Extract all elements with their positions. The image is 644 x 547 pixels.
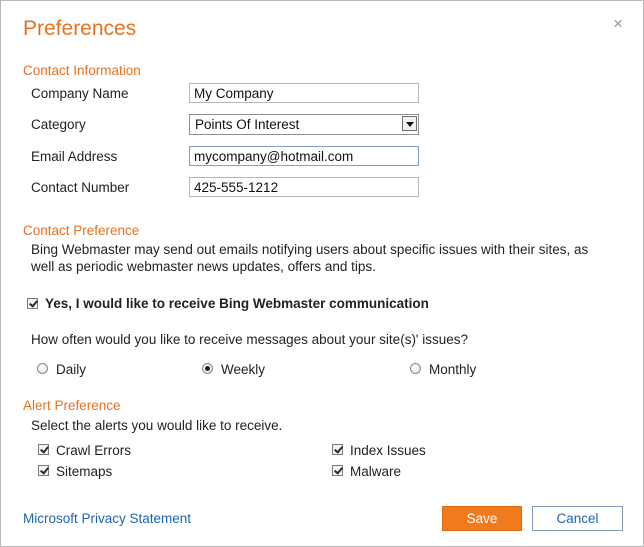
contact-number-input[interactable] — [189, 177, 419, 197]
radio-monthly-label[interactable]: Monthly — [429, 362, 476, 377]
radio-weekly-label[interactable]: Weekly — [221, 362, 265, 377]
contact-preference-heading: Contact Preference — [23, 223, 140, 238]
malware-label[interactable]: Malware — [350, 464, 401, 479]
sitemaps-label[interactable]: Sitemaps — [56, 464, 112, 479]
crawl-errors-label[interactable]: Crawl Errors — [56, 443, 131, 458]
cancel-button[interactable]: Cancel — [532, 506, 623, 531]
privacy-statement-link[interactable]: Microsoft Privacy Statement — [23, 511, 191, 526]
save-button[interactable]: Save — [442, 506, 522, 531]
category-select[interactable]: Points Of Interest — [189, 114, 419, 135]
company-name-label: Company Name — [31, 86, 129, 101]
optin-checkbox[interactable] — [27, 298, 38, 309]
email-address-label: Email Address — [31, 149, 118, 164]
category-label: Category — [31, 117, 86, 132]
frequency-question: How often would you like to receive mess… — [31, 332, 469, 347]
category-selected-value: Points Of Interest — [195, 117, 300, 132]
radio-weekly[interactable] — [202, 363, 213, 374]
contact-information-heading: Contact Information — [23, 63, 141, 78]
chevron-down-icon[interactable] — [402, 116, 417, 131]
dialog-title: Preferences — [23, 17, 137, 40]
email-address-input[interactable] — [189, 146, 419, 166]
radio-daily[interactable] — [37, 363, 48, 374]
preferences-dialog: Preferences × Contact Information Compan… — [0, 0, 644, 547]
index-issues-checkbox[interactable] — [332, 444, 343, 455]
crawl-errors-checkbox[interactable] — [38, 444, 49, 455]
close-icon[interactable]: × — [610, 15, 626, 32]
alert-preference-heading: Alert Preference — [23, 398, 121, 413]
index-issues-label[interactable]: Index Issues — [350, 443, 426, 458]
malware-checkbox[interactable] — [332, 465, 343, 476]
sitemaps-checkbox[interactable] — [38, 465, 49, 476]
contact-number-label: Contact Number — [31, 180, 130, 195]
radio-daily-label[interactable]: Daily — [56, 362, 86, 377]
radio-monthly[interactable] — [410, 363, 421, 374]
optin-label[interactable]: Yes, I would like to receive Bing Webmas… — [45, 296, 429, 311]
alert-instruction: Select the alerts you would like to rece… — [31, 418, 283, 433]
company-name-input[interactable] — [189, 83, 419, 103]
contact-preference-description: Bing Webmaster may send out emails notif… — [31, 242, 589, 274]
